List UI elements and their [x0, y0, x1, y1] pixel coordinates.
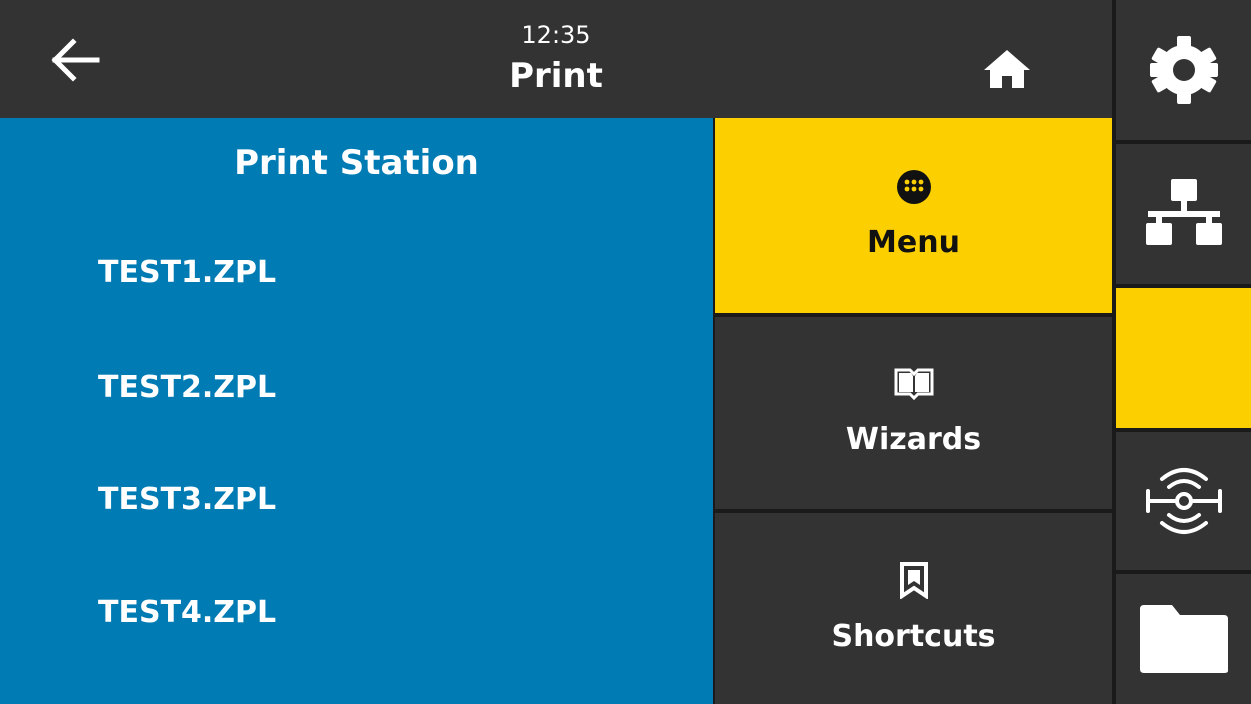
- sidebar-item-rfid[interactable]: [1116, 432, 1251, 570]
- file-name: TEST3.ZPL: [98, 482, 277, 517]
- file-item[interactable]: TEST1.ZPL: [0, 233, 713, 313]
- network-icon: [1145, 179, 1222, 245]
- menu-label: Menu: [867, 224, 960, 260]
- home-icon: [984, 50, 1030, 88]
- printer-screen: 12:35 Print Print Station TEST1.ZPL TEST…: [0, 0, 1251, 704]
- file-name: TEST4.ZPL: [98, 595, 277, 630]
- home-button[interactable]: [975, 42, 1039, 96]
- shortcuts-button[interactable]: Shortcuts: [715, 513, 1112, 704]
- wizards-button[interactable]: Wizards: [715, 317, 1112, 509]
- file-name: TEST2.ZPL: [98, 370, 277, 405]
- file-name: TEST1.ZPL: [98, 255, 277, 290]
- file-item[interactable]: TEST3.ZPL: [0, 460, 713, 540]
- sidebar-item-network[interactable]: [1116, 144, 1251, 284]
- folder-icon: [1139, 605, 1228, 673]
- print-station-title: Print Station: [234, 143, 479, 183]
- gear-icon: [1149, 36, 1218, 104]
- book-icon: [894, 368, 933, 401]
- header-bar: 12:35 Print: [0, 0, 1112, 118]
- sidebar-item-settings[interactable]: [1116, 0, 1251, 140]
- clock-time: 12:35: [521, 21, 591, 49]
- menu-button[interactable]: Menu: [715, 118, 1112, 313]
- bookmark-icon: [899, 561, 928, 599]
- shortcuts-label: Shortcuts: [831, 618, 996, 654]
- wizards-label: Wizards: [845, 422, 982, 457]
- rfid-icon: [1145, 468, 1222, 534]
- file-item[interactable]: TEST4.ZPL: [0, 573, 713, 653]
- sidebar-item-print[interactable]: [1116, 288, 1251, 428]
- file-item[interactable]: TEST2.ZPL: [0, 348, 713, 428]
- dots-grid-icon: [896, 169, 931, 204]
- page-title: Print: [509, 56, 603, 96]
- sidebar-item-files[interactable]: [1116, 574, 1251, 704]
- back-button[interactable]: [40, 30, 110, 90]
- print-station-panel: Print Station TEST1.ZPL TEST2.ZPL TEST3.…: [0, 118, 713, 704]
- arrow-left-icon: [51, 38, 100, 82]
